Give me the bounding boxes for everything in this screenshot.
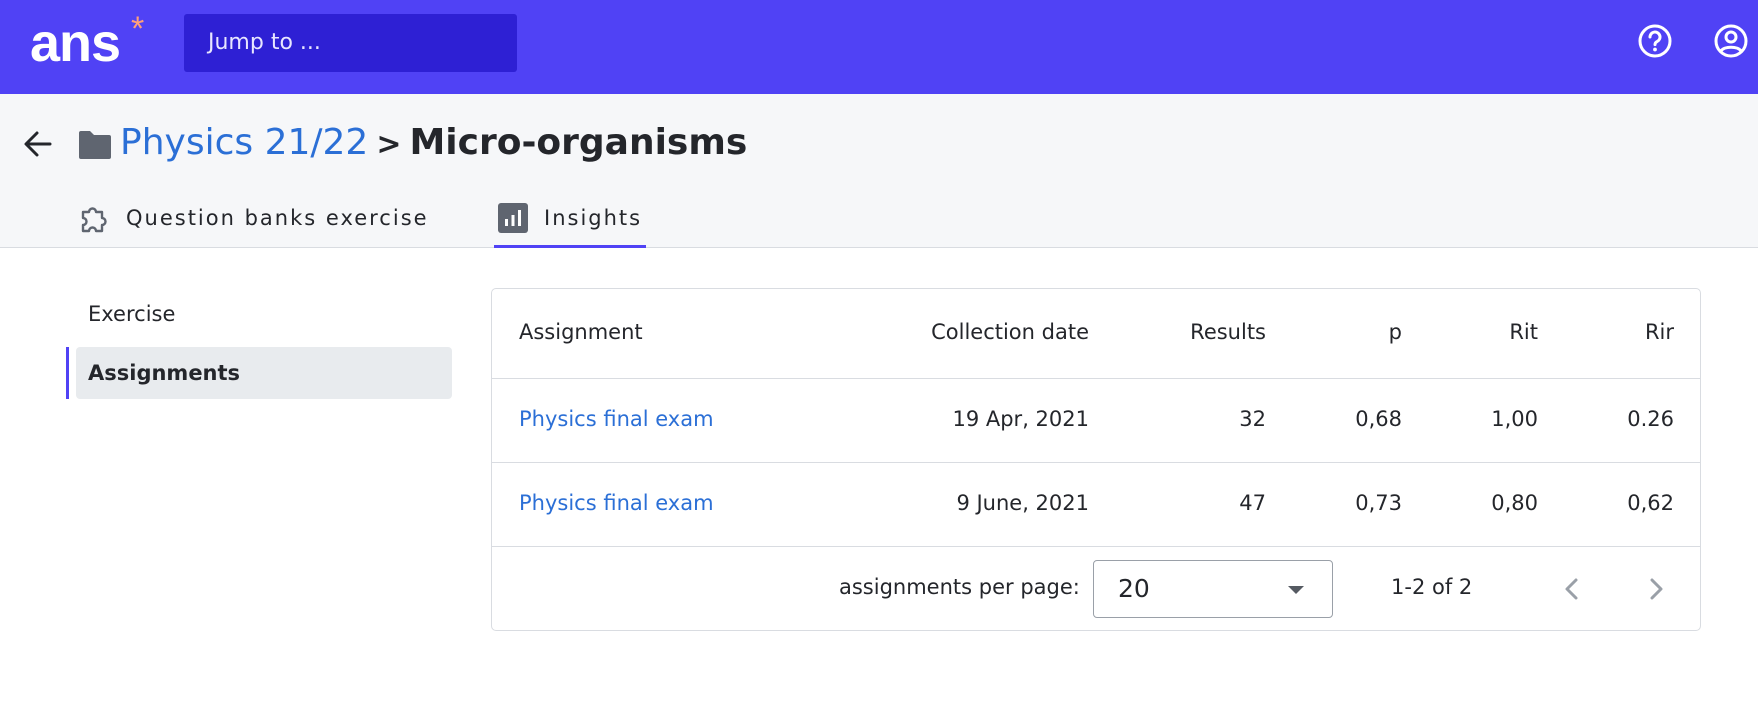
collection-date-cell: 19 Apr, 2021	[952, 407, 1089, 431]
column-header-assignment[interactable]: Assignment	[519, 320, 643, 344]
table-header-row: Assignment Collection date Results p Rit…	[492, 289, 1700, 379]
next-page-button[interactable]	[1636, 567, 1676, 611]
caret-down-icon	[1288, 586, 1304, 594]
tab-insights-label: Insights	[544, 206, 643, 230]
rir-cell: 0,62	[1627, 491, 1674, 515]
breadcrumb-separator: >	[376, 127, 402, 162]
table-row[interactable]: Physics final exam 9 June, 2021 47 0,73 …	[492, 463, 1700, 547]
sidebar-active-indicator	[66, 347, 69, 399]
folder-icon	[79, 131, 111, 159]
per-page-label: assignments per page:	[839, 575, 1080, 599]
logo-star: *	[131, 10, 144, 48]
column-header-rir[interactable]: Rir	[1474, 320, 1674, 344]
assignments-table: Assignment Collection date Results p Rit…	[491, 288, 1701, 631]
sidebar-item-assignments[interactable]: Assignments	[76, 347, 452, 399]
logo[interactable]: ans *	[30, 8, 144, 78]
tab-question-banks[interactable]: Question banks exercise	[78, 188, 429, 248]
table-row[interactable]: Physics final exam 19 Apr, 2021 32 0,68 …	[492, 379, 1700, 463]
pagination-range: 1-2 of 2	[1391, 575, 1473, 599]
collection-date-cell: 9 June, 2021	[956, 491, 1089, 515]
rir-cell: 0.26	[1627, 407, 1674, 431]
assignment-link[interactable]: Physics final exam	[519, 491, 714, 515]
breadcrumb-parent-link[interactable]: Physics 21/22	[120, 122, 368, 163]
per-page-value: 20	[1118, 574, 1150, 603]
assignment-link[interactable]: Physics final exam	[519, 407, 714, 431]
top-bar: ans * Jump to ...	[0, 0, 1758, 94]
per-page-select[interactable]: 20	[1093, 560, 1333, 618]
help-icon[interactable]	[1634, 20, 1676, 62]
page-title: Micro-organisms	[409, 122, 748, 163]
breadcrumb: Physics 21/22 > Micro-organisms	[120, 120, 747, 168]
column-header-collection-date[interactable]: Collection date	[789, 320, 1089, 344]
back-arrow-icon[interactable]	[20, 126, 56, 162]
account-icon[interactable]	[1710, 20, 1752, 62]
page-header: Physics 21/22 > Micro-organisms Question b…	[0, 94, 1758, 248]
sidebar-item-label: Exercise	[88, 302, 176, 326]
previous-page-button[interactable]	[1552, 567, 1592, 611]
logo-text: ans	[30, 13, 121, 73]
chart-icon	[498, 203, 528, 233]
tab-question-banks-label: Question banks exercise	[126, 206, 429, 230]
search-input[interactable]: Jump to ...	[184, 14, 517, 72]
sidebar-item-label: Assignments	[88, 361, 241, 385]
sidebar-item-exercise[interactable]: Exercise	[76, 288, 452, 340]
puzzle-icon	[81, 207, 107, 233]
tab-insights[interactable]: Insights	[493, 188, 647, 248]
